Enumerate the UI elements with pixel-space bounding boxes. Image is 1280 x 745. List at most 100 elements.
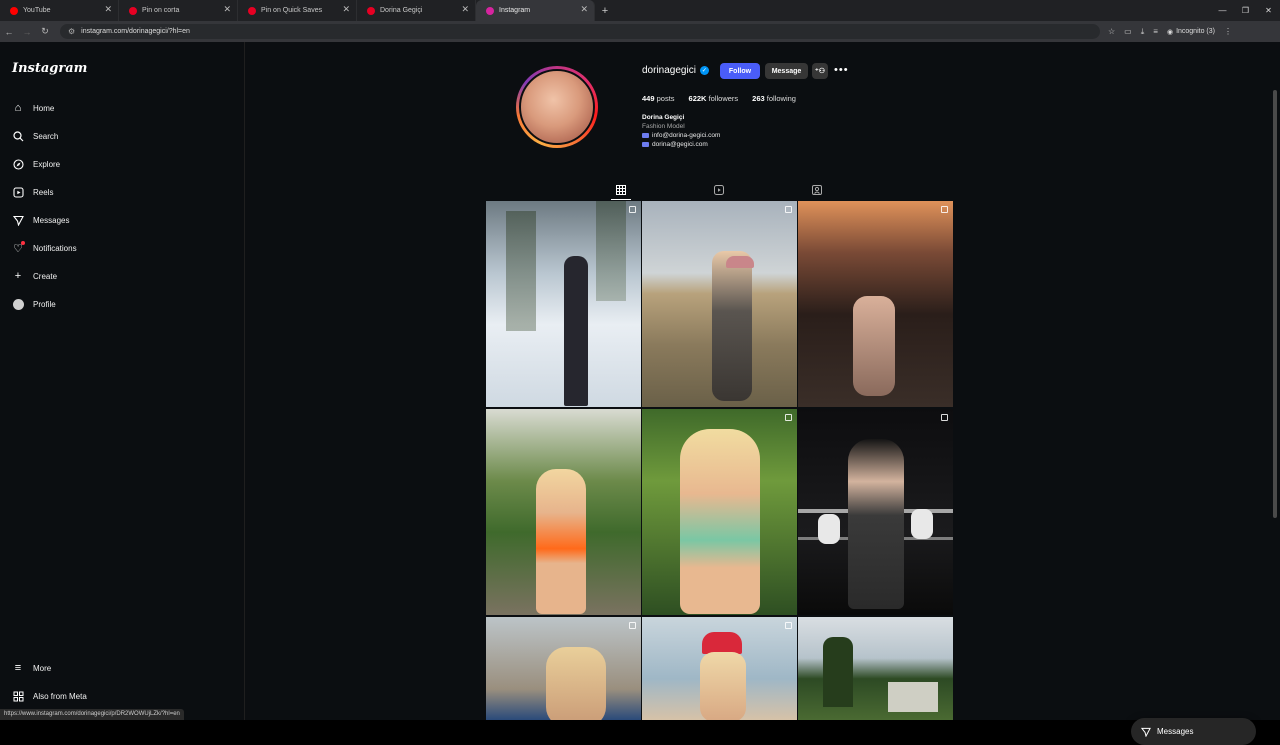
carousel-icon <box>785 414 792 421</box>
sidebar-item-messages[interactable]: Messages <box>12 214 69 226</box>
meta-apps-icon <box>12 690 24 702</box>
tagged-icon <box>812 185 822 195</box>
profile-bio: Dorina Gegiçi Fashion Model info@dorina-… <box>642 113 720 149</box>
post-thumbnail[interactable] <box>798 409 953 615</box>
bio-name: Dorina Gegiçi <box>642 114 685 121</box>
add-person-icon: ⁺⚇ <box>815 68 825 75</box>
browser-tab-youtube[interactable]: YouTube ✕ <box>0 0 119 21</box>
restore-icon[interactable]: ❐ <box>1234 0 1257 21</box>
link-status-bar: https://www.instagram.com/dorinagegici/p… <box>0 709 184 720</box>
sidebar-item-notifications[interactable]: ♡ Notifications <box>12 241 77 255</box>
carousel-icon <box>785 206 792 213</box>
browser-tab-pin-quick-saves[interactable]: Pin on Quick Saves ✕ <box>238 0 357 21</box>
profile-picture[interactable] <box>516 66 598 148</box>
follow-button[interactable]: Follow <box>720 63 760 79</box>
carousel-icon <box>629 206 636 213</box>
incognito-indicator[interactable]: ◉ Incognito (3) <box>1167 28 1215 36</box>
sidebar-item-more[interactable]: ≡ More <box>12 662 51 674</box>
message-button[interactable]: Message <box>765 63 808 79</box>
profile-tabs <box>486 180 953 200</box>
back-icon[interactable]: ← <box>0 27 18 37</box>
tab-label: Instagram <box>499 7 531 14</box>
browser-tab-bar: YouTube ✕ Pin on corta ✕ Pin on Quick Sa… <box>0 0 1280 21</box>
reels-icon <box>714 185 724 195</box>
sidebar-item-label: Create <box>33 271 58 281</box>
carousel-icon <box>785 622 792 629</box>
carousel-icon <box>629 622 636 629</box>
messages-floating-button[interactable]: Messages <box>1131 718 1256 745</box>
explore-icon <box>12 158 24 170</box>
envelope-icon <box>642 142 649 147</box>
bio-email-2[interactable]: dorina@gegici.com <box>642 140 720 149</box>
instagram-logo[interactable]: Instagram <box>12 61 87 76</box>
sidebar-item-meta[interactable]: Also from Meta <box>12 690 87 702</box>
bio-email-1[interactable]: info@dorina-gegici.com <box>642 131 720 140</box>
pinterest-favicon-icon <box>367 6 375 15</box>
sidebar-item-home[interactable]: ⌂ Home <box>12 102 55 114</box>
page-scrollbar[interactable] <box>1273 90 1277 518</box>
tab-tagged[interactable] <box>807 180 827 200</box>
forward-icon[interactable]: → <box>18 27 36 37</box>
pinterest-favicon-icon <box>248 6 256 15</box>
envelope-icon <box>642 133 649 138</box>
incognito-label: Incognito (3) <box>1176 28 1215 35</box>
browser-menu-icon[interactable]: ⋮ <box>1224 27 1232 36</box>
new-tab-button[interactable]: + <box>595 0 615 21</box>
post-thumbnail[interactable] <box>798 617 953 720</box>
sidebar-item-reels[interactable]: Reels <box>12 186 53 198</box>
browser-tab-pin-corta[interactable]: Pin on corta ✕ <box>119 0 238 21</box>
sidebar-item-label: Messages <box>33 215 70 225</box>
url-field[interactable]: ⚙ instagram.com/dorinagegici/?hl=en <box>60 24 1100 39</box>
sidebar-item-label: Also from Meta <box>33 691 87 701</box>
close-icon[interactable]: ✕ <box>580 4 588 15</box>
messages-icon <box>1141 727 1151 737</box>
more-options-icon[interactable]: ••• <box>834 64 849 76</box>
sidebar-item-label: Profile <box>33 299 56 309</box>
reels-icon <box>12 186 24 198</box>
download-icon[interactable]: ⤓ <box>1141 27 1145 37</box>
tab-posts[interactable] <box>611 180 631 200</box>
instagram-page: Instagram ⌂ Home Search Explore Reels Me… <box>0 42 1280 745</box>
carousel-icon <box>941 206 948 213</box>
avatar-icon <box>12 298 24 310</box>
address-bar-row: ← → ↻ ⚙ instagram.com/dorinagegici/?hl=e… <box>0 21 1280 42</box>
following-count[interactable]: 263 following <box>752 94 796 103</box>
url-text: instagram.com/dorinagegici/?hl=en <box>81 28 190 35</box>
reload-icon[interactable]: ↻ <box>36 26 54 37</box>
incognito-icon: ◉ <box>1166 28 1174 36</box>
messages-icon <box>12 214 24 226</box>
sidebar-item-create[interactable]: + Create <box>12 270 57 282</box>
close-icon[interactable]: ✕ <box>104 4 112 15</box>
close-icon[interactable]: ✕ <box>342 4 350 15</box>
sidebar-item-profile[interactable]: Profile <box>12 298 56 310</box>
minimize-icon[interactable]: — <box>1211 0 1234 21</box>
close-icon[interactable]: ✕ <box>461 4 469 15</box>
post-thumbnail[interactable] <box>486 201 641 407</box>
reading-list-icon[interactable]: ▭ <box>1124 27 1132 36</box>
post-thumbnail[interactable] <box>486 617 641 720</box>
browser-tab-instagram[interactable]: Instagram ✕ <box>476 0 595 21</box>
browser-tab-dorina[interactable]: Dorina Gegiçi ✕ <box>357 0 476 21</box>
post-thumbnail[interactable] <box>642 409 797 615</box>
close-window-icon[interactable]: ✕ <box>1257 0 1280 21</box>
site-info-icon[interactable]: ⚙ <box>68 27 75 36</box>
sidebar-item-explore[interactable]: Explore <box>12 158 60 170</box>
sidebar-item-label: Notifications <box>33 243 77 253</box>
carousel-icon <box>941 414 948 421</box>
profile-username-row: dorinagegici ✓ <box>642 65 709 76</box>
post-thumbnail[interactable] <box>486 409 641 615</box>
sidebar-item-search[interactable]: Search <box>12 130 58 142</box>
suggested-users-button[interactable]: ⁺⚇ <box>812 63 828 79</box>
post-thumbnail[interactable] <box>642 201 797 407</box>
post-thumbnail[interactable] <box>798 201 953 407</box>
tab-reels[interactable] <box>709 180 729 200</box>
followers-count[interactable]: 622K followers <box>689 94 739 103</box>
pinterest-favicon-icon <box>129 6 137 15</box>
post-thumbnail[interactable] <box>642 617 797 720</box>
menu-icon: ≡ <box>14 662 22 674</box>
extensions-icon[interactable]: ≡ <box>1153 27 1158 36</box>
bookmark-star-icon[interactable]: ☆ <box>1108 27 1115 36</box>
close-icon[interactable]: ✕ <box>223 4 231 15</box>
profile-username: dorinagegici <box>642 65 696 76</box>
sidebar: Instagram ⌂ Home Search Explore Reels Me… <box>0 42 245 720</box>
